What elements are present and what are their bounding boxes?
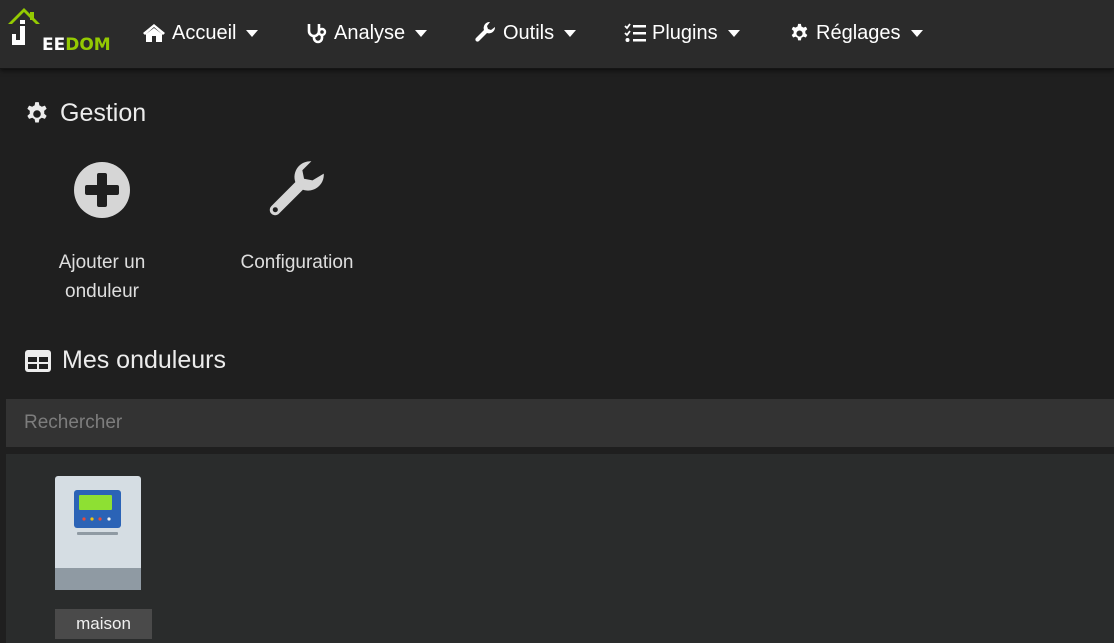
plus-circle-icon	[74, 162, 130, 218]
add-inverter-label: Ajouter un onduleur	[58, 252, 146, 302]
table-icon	[25, 349, 51, 372]
tasks-icon	[624, 23, 646, 42]
top-navbar: EEDOM Accueil Analyse Outils Plugins Rég…	[0, 0, 1114, 69]
nav-plugins[interactable]: Plugins	[624, 19, 740, 47]
inverter-icon	[55, 476, 141, 590]
nav-reglages-label: Réglages	[816, 21, 901, 44]
home-icon	[143, 24, 165, 42]
chevron-down-icon	[564, 29, 577, 37]
config-icon-wrap	[222, 155, 372, 225]
nav-outils-label: Outils	[503, 21, 555, 44]
nav-accueil-label: Accueil	[172, 21, 237, 44]
nav-outils[interactable]: Outils	[475, 19, 577, 47]
gestion-title: Gestion	[60, 99, 147, 127]
chevron-down-icon	[727, 29, 740, 37]
equipments-title: Mes onduleurs	[62, 346, 226, 374]
logo-text: EEDOM	[42, 36, 111, 54]
configuration-button[interactable]: Configuration	[222, 155, 372, 277]
nav-analyse-label: Analyse	[334, 21, 406, 44]
chevron-down-icon	[415, 29, 428, 37]
chevron-down-icon	[246, 29, 259, 37]
search-input[interactable]	[6, 399, 1114, 447]
equipment-card[interactable]	[55, 476, 153, 595]
equipment-name[interactable]: maison	[55, 609, 152, 639]
stethoscope-icon	[307, 24, 327, 44]
add-icon-wrap	[27, 155, 177, 225]
logo-text-dom: DOM	[65, 35, 111, 55]
nav-analyse[interactable]: Analyse	[306, 19, 428, 47]
wrench-icon	[269, 161, 324, 216]
nav-accueil[interactable]: Accueil	[142, 19, 259, 47]
equipments-heading: Mes onduleurs	[24, 346, 226, 375]
gear-icon	[27, 101, 47, 122]
logo-text-ee: EE	[42, 35, 66, 55]
configuration-label: Configuration	[240, 252, 354, 273]
chevron-down-icon	[910, 29, 923, 37]
gestion-heading: Gestion	[24, 99, 146, 128]
wrench-icon	[475, 22, 496, 42]
nav-reglages[interactable]: Réglages	[789, 19, 923, 47]
equipment-list: maison	[6, 454, 1114, 643]
nav-plugins-label: Plugins	[652, 21, 718, 44]
jeedom-logo[interactable]: EEDOM	[6, 4, 114, 54]
gear-icon	[791, 23, 808, 40]
add-inverter-button[interactable]: Ajouter un onduleur	[27, 155, 177, 306]
